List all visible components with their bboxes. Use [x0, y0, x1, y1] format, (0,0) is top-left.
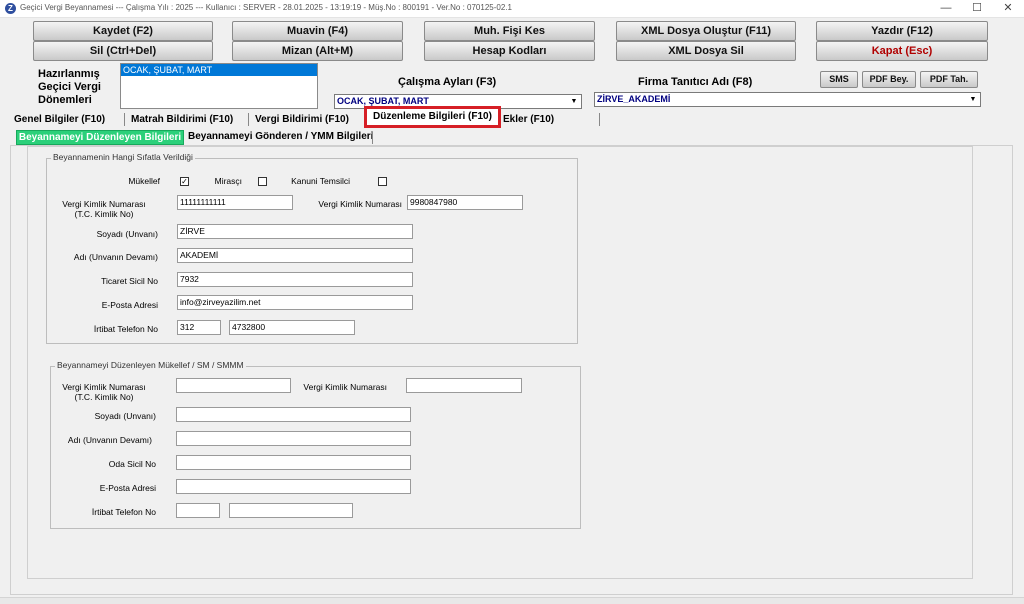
tab-matrah-bildirimi[interactable]: Matrah Bildirimi (F10) — [131, 112, 233, 128]
tab-separator — [599, 113, 600, 126]
adi-field[interactable]: AKADEMİ — [177, 248, 413, 263]
g2-telefon-number-field[interactable] — [229, 503, 353, 518]
muavin-button[interactable]: Muavin (F4) — [232, 21, 403, 41]
vkn-label-line1: Vergi Kimlik Numarası — [62, 199, 146, 209]
soyadi-field[interactable]: ZİRVE — [177, 224, 413, 239]
g2-vkn2-label: Vergi Kimlik Numarası — [303, 382, 387, 392]
vkn-label-line2: (T.C. Kimlik No) — [74, 209, 134, 219]
minimize-icon[interactable]: — — [931, 0, 961, 17]
firma-select[interactable]: ZİRVE_AKADEMİ ▼ — [594, 92, 981, 107]
g2-oda-sicil-label: Oda Sicil No — [108, 459, 156, 469]
close-icon[interactable]: ✕ — [993, 0, 1023, 17]
tab-vergi-bildirimi[interactable]: Vergi Bildirimi (F10) — [255, 112, 349, 128]
periods-listbox[interactable]: OCAK, ŞUBAT, MART — [120, 63, 318, 109]
xml-sil-button[interactable]: XML Dosya Sil — [616, 41, 796, 61]
sil-button[interactable]: Sil (Ctrl+Del) — [33, 41, 213, 61]
yazdir-button[interactable]: Yazdır (F12) — [816, 21, 988, 41]
mukellef-label: Mükellef — [128, 176, 160, 186]
app-icon: Z — [5, 3, 16, 14]
subtab-separator — [372, 132, 373, 144]
g2-telefon-label: İrtibat Telefon No — [91, 507, 156, 517]
g2-telefon-area-field[interactable] — [176, 503, 220, 518]
g2-vkn-label-line2: (T.C. Kimlik No) — [74, 392, 134, 402]
hesap-kodlari-button[interactable]: Hesap Kodları — [424, 41, 595, 61]
g2-soyadi-label: Soyadı (Unvanı) — [94, 411, 156, 421]
mukellef-checkbox[interactable]: ✓ — [180, 177, 189, 186]
ticaret-sicil-field[interactable]: 7932 — [177, 272, 413, 287]
g2-eposta-field[interactable] — [176, 479, 411, 494]
tab-separator — [124, 113, 125, 126]
telefon-area-field[interactable]: 312 — [177, 320, 221, 335]
mizan-button[interactable]: Mizan (Alt+M) — [232, 41, 403, 61]
kanuni-temsilci-checkbox[interactable] — [378, 177, 387, 186]
kapat-button[interactable]: Kapat (Esc) — [816, 41, 988, 61]
g2-soyadi-field[interactable] — [176, 407, 411, 422]
title-bar: Z Geçici Vergi Beyannamesi --- Çalışma Y… — [0, 0, 1024, 18]
tab-genel-bilgiler[interactable]: Genel Bilgiler (F10) — [14, 112, 105, 128]
tckn-field[interactable]: 11111111111 — [177, 195, 293, 210]
soyadi-label: Soyadı (Unvanı) — [96, 229, 158, 239]
g2-eposta-label: E-Posta Adresi — [99, 483, 156, 493]
eposta-field[interactable]: info@zirveyazilim.net — [177, 295, 413, 310]
calisma-aylari-label: Çalışma Ayları (F3) — [398, 76, 497, 88]
pdf-tah-button[interactable]: PDF Tah. — [920, 71, 978, 88]
tab-duzenleme-bilgileri[interactable]: Düzenleme Bilgileri (F10) — [364, 106, 501, 128]
g2-oda-sicil-field[interactable] — [176, 455, 411, 470]
status-bar — [0, 597, 1024, 604]
periods-label-line2: Geçici Vergi — [38, 81, 101, 93]
pdf-bey-button[interactable]: PDF Bey. — [862, 71, 916, 88]
sms-button[interactable]: SMS — [820, 71, 858, 88]
periods-list-item[interactable]: OCAK, ŞUBAT, MART — [121, 64, 317, 76]
g2-adi-label: Adı (Unvanın Devamı) — [67, 435, 152, 445]
eposta-label: E-Posta Adresi — [101, 300, 158, 310]
telefon-number-field[interactable]: 4732800 — [229, 320, 355, 335]
vkn2-label: Vergi Kimlik Numarası — [318, 199, 402, 209]
adi-label: Adı (Unvanın Devamı) — [73, 252, 158, 262]
mirasci-label: Mirasçı — [214, 176, 242, 186]
g2-adi-field[interactable] — [176, 431, 411, 446]
maximize-icon[interactable]: ☐ — [962, 0, 992, 17]
firma-value: ZİRVE_AKADEMİ — [597, 94, 671, 104]
g2-vkn-label-line1: Vergi Kimlik Numarası — [62, 382, 146, 392]
subtab-duzenleyen[interactable]: Beyannameyi Düzenleyen Bilgileri — [16, 130, 184, 145]
vkn-label: Vergi Kimlik Numarası (T.C. Kimlik No) — [50, 199, 158, 219]
chevron-down-icon[interactable]: ▼ — [568, 95, 580, 108]
firma-label: Firma Tanıtıcı Adı (F8) — [638, 76, 753, 88]
tab-separator — [248, 113, 249, 126]
kanuni-temsilci-label: Kanuni Temsilci — [291, 176, 350, 186]
group-sifat-title: Beyannamenin Hangi Sıfatla Verildiği — [51, 152, 195, 162]
periods-label-line1: Hazırlanmış — [38, 68, 100, 80]
vkn-field[interactable]: 9980847980 — [407, 195, 523, 210]
periods-label-line3: Dönemleri — [38, 94, 92, 106]
chevron-down-icon[interactable]: ▼ — [967, 93, 979, 106]
subtab-gonderen-ymm[interactable]: Beyannameyi Gönderen / YMM Bilgileri — [188, 131, 373, 142]
calisma-aylari-value: OCAK, ŞUBAT, MART — [337, 96, 429, 106]
window-title: Geçici Vergi Beyannamesi --- Çalışma Yıl… — [20, 3, 512, 12]
g2-tckn-field[interactable] — [176, 378, 291, 393]
telefon-label: İrtibat Telefon No — [93, 324, 158, 334]
xml-olustur-button[interactable]: XML Dosya Oluştur (F11) — [616, 21, 796, 41]
periods-label: Hazırlanmış Geçici Vergi Dönemleri — [38, 68, 101, 107]
ticaret-sicil-label: Ticaret Sicil No — [101, 276, 158, 286]
kaydet-button[interactable]: Kaydet (F2) — [33, 21, 213, 41]
tab-ekler[interactable]: Ekler (F10) — [503, 112, 554, 128]
mirasci-checkbox[interactable] — [258, 177, 267, 186]
group-duzenleyen-title: Beyannameyi Düzenleyen Mükellef / SM / S… — [55, 360, 246, 370]
g2-vkn-field[interactable] — [406, 378, 522, 393]
muh-fisi-kes-button[interactable]: Muh. Fişi Kes — [424, 21, 595, 41]
g2-vkn-label: Vergi Kimlik Numarası (T.C. Kimlik No) — [50, 382, 158, 402]
